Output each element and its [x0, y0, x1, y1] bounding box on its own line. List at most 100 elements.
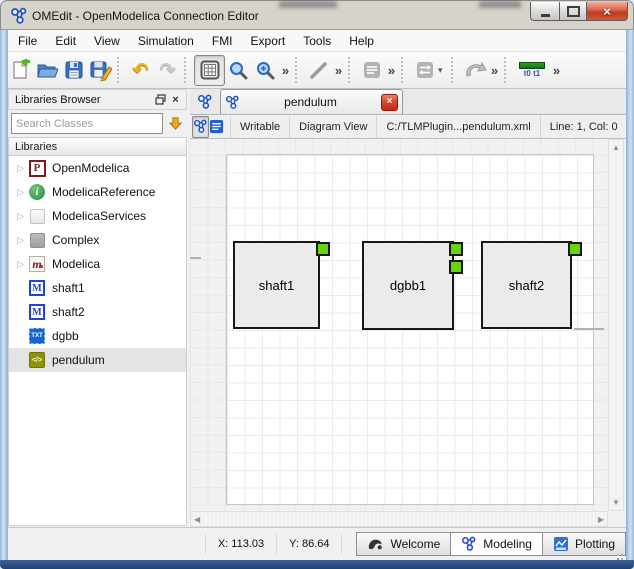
- search-scope-button[interactable]: [166, 113, 184, 134]
- tree-item-modelicaservices[interactable]: ▷ ModelicaServices: [9, 204, 186, 228]
- toolbar-overflow-button[interactable]: »: [385, 63, 398, 78]
- new-model-button[interactable]: [6, 57, 33, 84]
- simulation-time-button[interactable]: t0 t1: [514, 57, 550, 84]
- expand-icon[interactable]: ▷: [13, 187, 28, 198]
- scrollbar-corner: [608, 511, 626, 527]
- port-shaft1[interactable]: [316, 242, 330, 256]
- tree-item-openmodelica[interactable]: ▷ P OpenModelica: [9, 156, 186, 180]
- tree-item-shaft1[interactable]: M shaft1: [9, 276, 186, 300]
- modeling-perspective-button[interactable]: Modeling: [451, 532, 543, 556]
- tree-item-modelicareference[interactable]: ▷ i ModelicaReference: [9, 180, 186, 204]
- grid-toggle-button[interactable]: [194, 54, 225, 86]
- view-mode-status: Diagram View: [290, 115, 378, 138]
- scroll-up-icon[interactable]: ▲: [609, 140, 623, 155]
- menu-fmi[interactable]: FMI: [203, 31, 242, 51]
- tree-item-modelica[interactable]: ▷ m Modelica: [9, 252, 186, 276]
- background-artifact: [279, 1, 337, 8]
- writable-status[interactable]: Writable: [230, 115, 291, 138]
- libraries-tree: ▷ P OpenModelica ▷ i ModelicaReference ▷…: [8, 156, 187, 526]
- toolbar-overflow-button[interactable]: »: [332, 63, 345, 78]
- diagram-view-toggle[interactable]: [192, 115, 209, 138]
- dock-header: Libraries Browser ×: [8, 89, 187, 110]
- toolbar-overflow-button[interactable]: »: [279, 63, 292, 78]
- scroll-left-icon[interactable]: ◀: [191, 512, 203, 527]
- redo-button[interactable]: ↷: [154, 57, 181, 84]
- cursor-x-coordinate: X: 113.03: [217, 538, 265, 550]
- transition-dropdown-button[interactable]: ▾: [438, 65, 448, 76]
- diagram-view-icon: [193, 119, 207, 133]
- axis-segment: [190, 257, 201, 259]
- menu-export[interactable]: Export: [242, 31, 295, 51]
- scroll-down-icon[interactable]: ▼: [609, 495, 623, 510]
- diagram-canvas[interactable]: shaft1 dgbb1 shaft2 ▲ ▼ ◀ ▶: [190, 139, 626, 527]
- zoom-in-icon: [257, 61, 275, 79]
- tab-label: pendulum: [284, 95, 337, 109]
- zoom-in-button[interactable]: [252, 57, 279, 84]
- tree-item-complex[interactable]: ▷ Complex: [9, 228, 186, 252]
- menu-view[interactable]: View: [85, 31, 129, 51]
- window-title: OMEdit - OpenModelica Connection Editor: [32, 9, 259, 23]
- resize-grip[interactable]: [614, 547, 623, 556]
- libraries-browser-panel: Libraries Browser × Libraries ▷ P O: [8, 89, 187, 527]
- file-path: C:/TLMPlugin...pendulum.xml: [377, 115, 541, 138]
- dock-float-button[interactable]: [153, 92, 168, 107]
- save-as-button[interactable]: [87, 57, 114, 84]
- perspective-label: Plotting: [574, 537, 616, 551]
- tree-item-dgbb[interactable]: TXT dgbb: [9, 324, 186, 348]
- minimize-button[interactable]: [530, 2, 559, 21]
- component-shaft1[interactable]: shaft1: [233, 241, 320, 329]
- simulation-time-icon: t0 t1: [515, 62, 549, 78]
- close-button[interactable]: ×: [587, 2, 628, 21]
- text-view-icon: [209, 119, 224, 134]
- zoom-fit-button[interactable]: [225, 57, 252, 84]
- expand-icon[interactable]: ▷: [13, 163, 28, 174]
- tree-item-label: dgbb: [52, 329, 79, 343]
- menu-help[interactable]: Help: [340, 31, 383, 51]
- component-dgbb1[interactable]: dgbb1: [362, 241, 454, 330]
- line-tool-button[interactable]: [305, 57, 332, 84]
- toolbar-overflow-button[interactable]: »: [488, 63, 501, 78]
- welcome-perspective-button[interactable]: Welcome: [356, 532, 452, 556]
- open-model-button[interactable]: [33, 57, 60, 84]
- tree-item-shaft2[interactable]: M shaft2: [9, 300, 186, 324]
- editor-info-bar: Writable Diagram View C:/TLMPlugin...pen…: [190, 115, 634, 139]
- close-icon: ×: [603, 3, 611, 19]
- simulate-button[interactable]: [461, 57, 488, 84]
- toolbar-separator: [184, 57, 190, 83]
- menu-tools[interactable]: Tools: [294, 31, 340, 51]
- undo-button[interactable]: ↶: [127, 57, 154, 84]
- expand-icon[interactable]: ▷: [13, 259, 28, 270]
- tab-list-button[interactable]: [190, 90, 220, 114]
- editor-area: pendulum × Writable Diagram View C:/TLMP…: [190, 89, 634, 527]
- tab-close-button[interactable]: ×: [381, 93, 398, 111]
- tab-bar: pendulum ×: [190, 89, 626, 115]
- vertical-scrollbar[interactable]: ▲ ▼: [608, 139, 624, 511]
- menu-edit[interactable]: Edit: [46, 31, 85, 51]
- component-label: shaft1: [258, 277, 295, 293]
- tree-item-pendulum[interactable]: </> pendulum: [9, 348, 186, 372]
- scroll-right-icon[interactable]: ▶: [595, 512, 607, 527]
- port-shaft2[interactable]: [568, 242, 582, 256]
- horizontal-scrollbar[interactable]: ◀ ▶: [190, 511, 608, 527]
- expand-icon[interactable]: ▷: [13, 235, 28, 246]
- save-button[interactable]: [60, 57, 87, 84]
- search-input[interactable]: [11, 113, 163, 134]
- simulation-time-label: t0 t1: [523, 69, 541, 78]
- port-dgbb1-a[interactable]: [449, 242, 463, 256]
- transition-mode-button[interactable]: [411, 57, 438, 84]
- text-view-toggle[interactable]: [209, 117, 224, 137]
- component-shaft2[interactable]: shaft2: [481, 241, 572, 329]
- menu-file[interactable]: File: [9, 31, 46, 51]
- toolbar-overflow-button[interactable]: »: [550, 63, 563, 78]
- text-shape-button[interactable]: [358, 57, 385, 84]
- port-dgbb1-b[interactable]: [449, 260, 463, 274]
- tree-item-label: OpenModelica: [52, 161, 130, 175]
- expand-icon[interactable]: ▷: [13, 211, 28, 222]
- text-lines-icon: [363, 62, 380, 78]
- tab-pendulum[interactable]: pendulum ×: [220, 89, 403, 114]
- maximize-button[interactable]: [559, 2, 587, 21]
- undo-icon: ↶: [132, 59, 149, 81]
- modeling-icon: [462, 536, 476, 551]
- dock-close-button[interactable]: ×: [168, 92, 183, 107]
- menu-simulation[interactable]: Simulation: [129, 31, 203, 51]
